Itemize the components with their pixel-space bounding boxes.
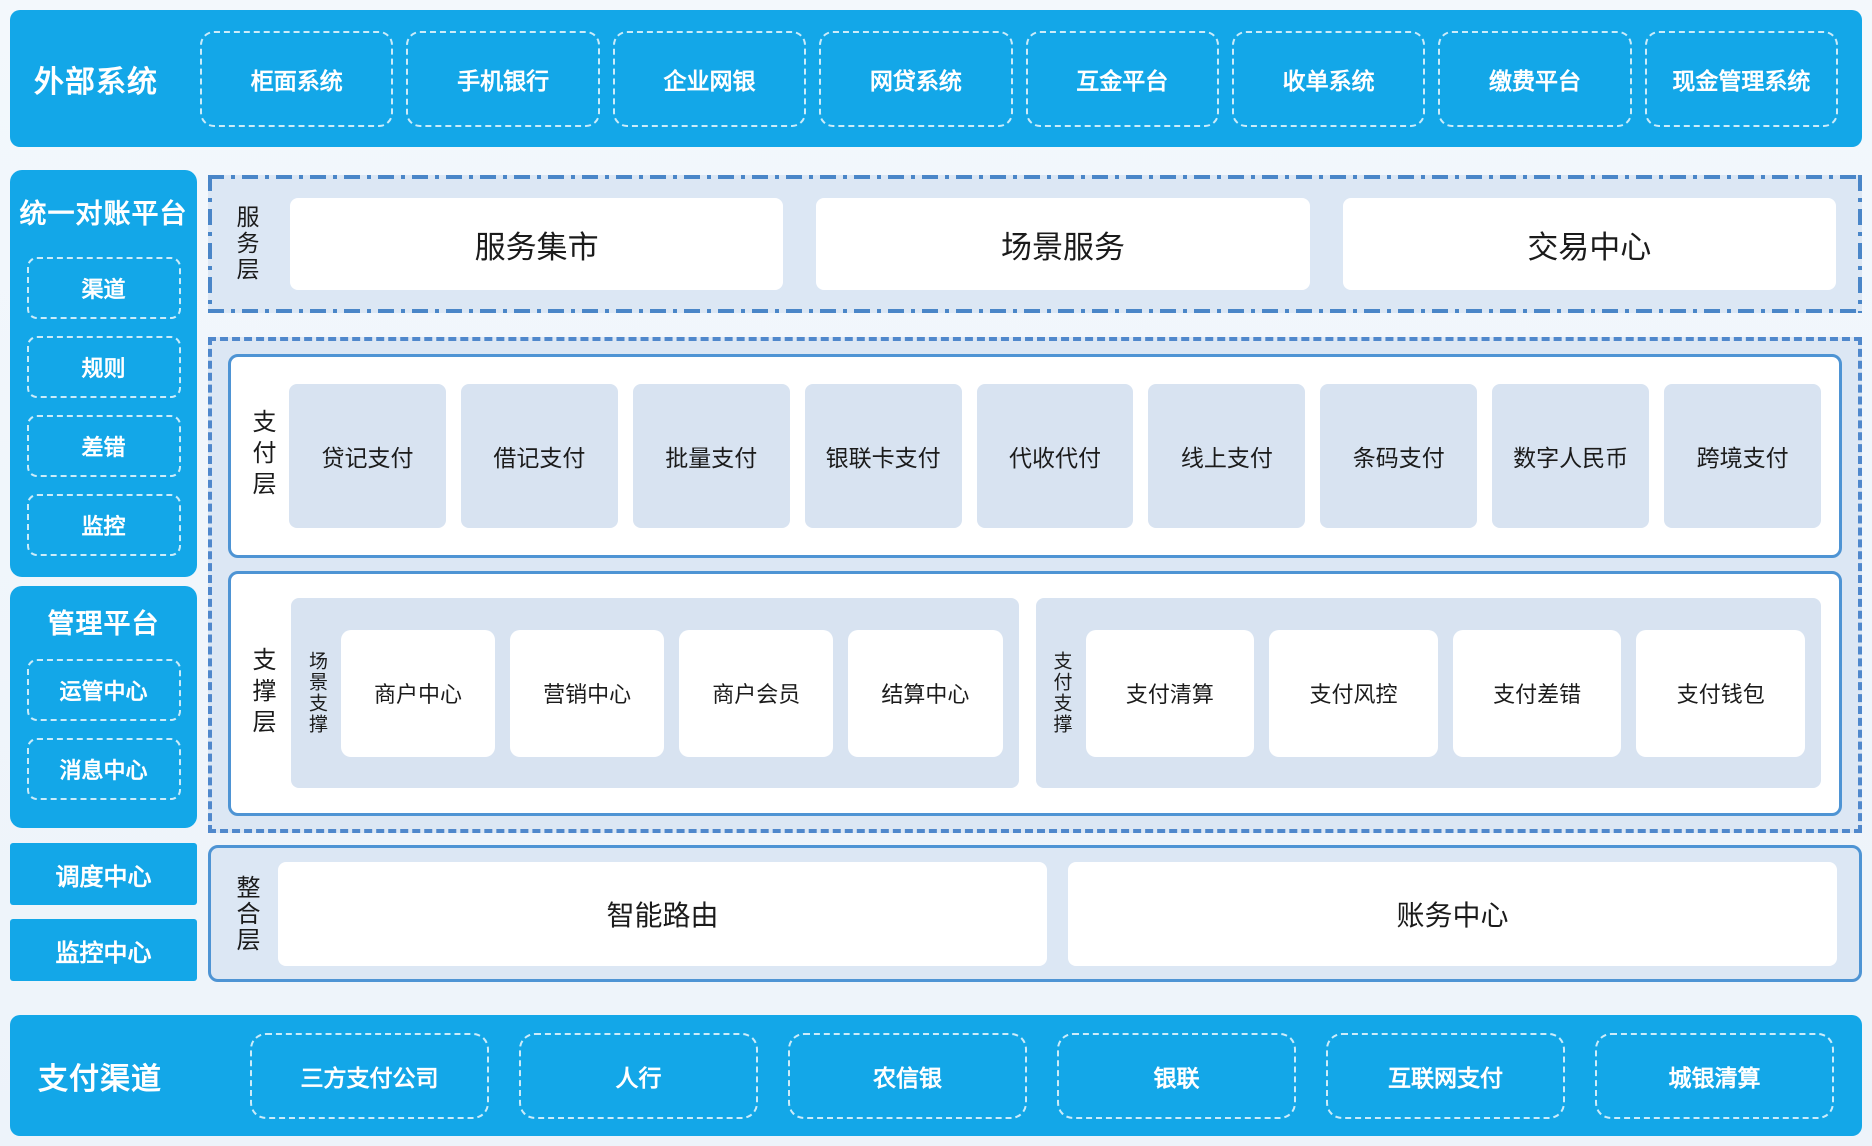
support-layer: 支撑层 场景支撑 商户中心 营销中心 商户会员 结算中心 支付支撑 支付清算: [228, 571, 1842, 816]
support-layer-label: 支撑层: [249, 647, 273, 740]
scene-support-item: 商户中心: [341, 630, 495, 757]
external-system-item: 缴费平台: [1438, 31, 1631, 127]
reconciliation-items: 渠道 规则 差错 监控: [10, 257, 197, 556]
payment-layer-item: 跨境支付: [1664, 384, 1821, 528]
management-items: 运管中心 消息中心: [10, 659, 197, 800]
payment-support-label: 支付支撑: [1052, 651, 1071, 735]
payment-layer-item: 数字人民币: [1492, 384, 1649, 528]
scene-support-group: 场景支撑 商户中心 营销中心 商户会员 结算中心: [291, 598, 1019, 788]
reconciliation-platform-block: 统一对账平台 渠道 规则 差错 监控: [10, 170, 197, 577]
external-system-item: 网贷系统: [819, 31, 1012, 127]
payment-channel-item: 农信银: [788, 1033, 1027, 1119]
payment-channel-item: 互联网支付: [1326, 1033, 1565, 1119]
management-platform-block: 管理平台 运管中心 消息中心: [10, 586, 197, 828]
payment-support-container: 支付层 贷记支付 借记支付 批量支付 银联卡支付 代收代付 线上支付 条码支付 …: [208, 337, 1862, 833]
payment-layer-item: 代收代付: [977, 384, 1134, 528]
monitoring-center-block: 监控中心: [10, 919, 197, 981]
integration-layer: 整合层 智能路由 账务中心: [208, 845, 1862, 982]
external-system-item: 互金平台: [1026, 31, 1219, 127]
service-layer: 服务层 服务集市 场景服务 交易中心: [208, 175, 1862, 313]
external-systems-items: 柜面系统 手机银行 企业网银 网贷系统 互金平台 收单系统 缴费平台 现金管理系…: [200, 31, 1838, 127]
external-system-item: 现金管理系统: [1645, 31, 1838, 127]
external-system-item: 企业网银: [613, 31, 806, 127]
integration-layer-item: 账务中心: [1068, 862, 1837, 966]
payment-channel-item: 银联: [1057, 1033, 1296, 1119]
payment-layer-label: 支付层: [249, 409, 273, 502]
main-area: 统一对账平台 渠道 规则 差错 监控 管理平台 运管中心 消息中心 调度中心 监…: [10, 170, 1862, 985]
payment-layer: 支付层 贷记支付 借记支付 批量支付 银联卡支付 代收代付 线上支付 条码支付 …: [228, 354, 1842, 558]
layers-column: 服务层 服务集市 场景服务 交易中心 支付层 贷记支付 借记支付 批量支付 银联…: [208, 170, 1862, 985]
payment-layer-item: 贷记支付: [289, 384, 446, 528]
payment-channel-item: 人行: [519, 1033, 758, 1119]
payment-support-item: 支付差错: [1453, 630, 1622, 757]
payment-layer-item: 线上支付: [1148, 384, 1305, 528]
service-layer-item: 服务集市: [290, 198, 783, 290]
payment-support-item: 支付风控: [1269, 630, 1438, 757]
service-layer-label: 服务层: [234, 205, 257, 283]
external-system-item: 收单系统: [1232, 31, 1425, 127]
reconciliation-item: 监控: [27, 494, 181, 556]
payment-layer-item: 借记支付: [461, 384, 618, 528]
external-systems-bar: 外部系统 柜面系统 手机银行 企业网银 网贷系统 互金平台 收单系统 缴费平台 …: [10, 10, 1862, 147]
architecture-diagram: 外部系统 柜面系统 手机银行 企业网银 网贷系统 互金平台 收单系统 缴费平台 …: [0, 0, 1872, 1146]
reconciliation-item: 规则: [27, 336, 181, 398]
reconciliation-platform-title: 统一对账平台: [10, 170, 197, 231]
left-column: 统一对账平台 渠道 规则 差错 监控 管理平台 运管中心 消息中心 调度中心 监…: [10, 170, 197, 985]
payment-layer-items: 贷记支付 借记支付 批量支付 银联卡支付 代收代付 线上支付 条码支付 数字人民…: [289, 384, 1821, 528]
payment-channels-items: 三方支付公司 人行 农信银 银联 互联网支付 城银清算: [250, 1033, 1834, 1119]
payment-layer-item: 条码支付: [1320, 384, 1477, 528]
management-item: 运管中心: [27, 659, 181, 721]
scene-support-item: 结算中心: [848, 630, 1002, 757]
reconciliation-item: 渠道: [27, 257, 181, 319]
payment-channel-item: 三方支付公司: [250, 1033, 489, 1119]
reconciliation-item: 差错: [27, 415, 181, 477]
payment-channels-title: 支付渠道: [38, 1054, 246, 1098]
payment-channel-item: 城银清算: [1595, 1033, 1834, 1119]
management-platform-title: 管理平台: [10, 586, 197, 641]
support-layer-groups: 场景支撑 商户中心 营销中心 商户会员 结算中心 支付支撑 支付清算 支付风控 …: [291, 598, 1821, 788]
scheduling-center-block: 调度中心: [10, 843, 197, 905]
payment-support-item: 支付钱包: [1636, 630, 1805, 757]
management-item: 消息中心: [27, 738, 181, 800]
payment-layer-item: 批量支付: [633, 384, 790, 528]
payment-channels-bar: 支付渠道 三方支付公司 人行 农信银 银联 互联网支付 城银清算: [10, 1015, 1862, 1136]
integration-layer-item: 智能路由: [278, 862, 1047, 966]
scene-support-label: 场景支撑: [307, 651, 326, 735]
service-layer-item: 交易中心: [1343, 198, 1836, 290]
scene-support-item: 商户会员: [679, 630, 833, 757]
scene-support-item: 营销中心: [510, 630, 664, 757]
service-layer-item: 场景服务: [816, 198, 1309, 290]
integration-layer-label: 整合层: [233, 875, 257, 953]
payment-support-group: 支付支撑 支付清算 支付风控 支付差错 支付钱包: [1036, 598, 1821, 788]
external-systems-title: 外部系统: [34, 57, 186, 101]
payment-layer-item: 银联卡支付: [805, 384, 962, 528]
external-system-item: 手机银行: [406, 31, 599, 127]
payment-support-item: 支付清算: [1086, 630, 1255, 757]
external-system-item: 柜面系统: [200, 31, 393, 127]
